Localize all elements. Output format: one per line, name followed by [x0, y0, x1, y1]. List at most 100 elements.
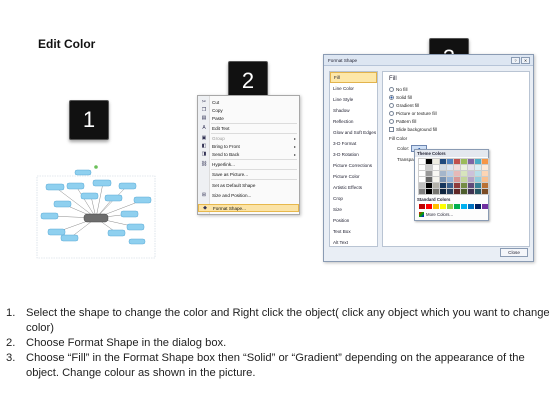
- color-swatch[interactable]: [446, 176, 454, 183]
- menu-item-set-default-shape[interactable]: Set as Default Shape: [198, 181, 299, 189]
- color-swatch[interactable]: [467, 182, 475, 189]
- menu-item-send-to-back[interactable]: ◨ Send to Back ▸: [198, 150, 299, 158]
- category-shadow[interactable]: Shadow: [330, 105, 377, 116]
- radio-button[interactable]: [389, 95, 394, 100]
- menu-item-edit-text[interactable]: A Edit Text: [198, 124, 299, 132]
- menu-item-hyperlink[interactable]: ⛓ Hyperlink...: [198, 160, 299, 168]
- color-swatch[interactable]: [468, 204, 474, 209]
- category-glow[interactable]: Glow and Soft Edges: [330, 127, 377, 138]
- help-button[interactable]: ?: [511, 57, 520, 64]
- color-swatch[interactable]: [446, 170, 454, 177]
- color-swatch[interactable]: [432, 164, 440, 171]
- color-swatch[interactable]: [474, 176, 482, 183]
- color-swatch[interactable]: [481, 182, 489, 189]
- color-swatch[interactable]: [426, 204, 432, 209]
- color-swatch[interactable]: [481, 170, 489, 177]
- category-picture-corrections[interactable]: Picture Corrections: [330, 160, 377, 171]
- color-swatch[interactable]: [432, 170, 440, 177]
- color-swatch[interactable]: [474, 158, 482, 165]
- color-swatch[interactable]: [439, 170, 447, 177]
- color-swatch[interactable]: [432, 158, 440, 165]
- color-swatch[interactable]: [460, 176, 468, 183]
- color-swatch[interactable]: [425, 182, 433, 189]
- category-line-color[interactable]: Line Color: [330, 83, 377, 94]
- color-swatch[interactable]: [446, 188, 454, 195]
- pattern-fill-option[interactable]: Pattern fill: [389, 118, 416, 125]
- radio-button[interactable]: [389, 119, 394, 124]
- color-swatch[interactable]: [475, 204, 481, 209]
- checkbox[interactable]: [389, 127, 394, 132]
- menu-item-copy[interactable]: ❐ Copy: [198, 106, 299, 114]
- slide-background-option[interactable]: Slide background fill: [389, 126, 437, 133]
- color-swatch[interactable]: [474, 182, 482, 189]
- more-colors-button[interactable]: More Colors...: [419, 212, 453, 217]
- color-swatch[interactable]: [453, 164, 461, 171]
- gradient-fill-option[interactable]: Gradient fill: [389, 102, 419, 109]
- color-swatch[interactable]: [467, 176, 475, 183]
- color-swatch[interactable]: [453, 170, 461, 177]
- color-swatch[interactable]: [418, 164, 426, 171]
- radio-button[interactable]: [389, 111, 394, 116]
- menu-item-save-as-picture[interactable]: Save as Picture...: [198, 170, 299, 178]
- color-swatch[interactable]: [425, 158, 433, 165]
- menu-item-size-and-position[interactable]: ⊞ Size and Position...: [198, 191, 299, 199]
- color-swatch[interactable]: [453, 176, 461, 183]
- color-swatch[interactable]: [474, 188, 482, 195]
- color-swatch[interactable]: [425, 176, 433, 183]
- color-swatch[interactable]: [447, 204, 453, 209]
- color-swatch[interactable]: [481, 188, 489, 195]
- menu-item-group[interactable]: ▣ Group ▸: [198, 134, 299, 142]
- color-swatch[interactable]: [481, 176, 489, 183]
- color-swatch[interactable]: [467, 164, 475, 171]
- color-swatch[interactable]: [454, 204, 460, 209]
- category-3d-rotation[interactable]: 3-D Rotation: [330, 149, 377, 160]
- color-swatch[interactable]: [460, 170, 468, 177]
- color-swatch[interactable]: [432, 188, 440, 195]
- category-picture-color[interactable]: Picture Color: [330, 171, 377, 182]
- picture-fill-option[interactable]: Picture or texture fill: [389, 110, 437, 117]
- color-swatch[interactable]: [419, 204, 425, 209]
- color-swatch[interactable]: [439, 176, 447, 183]
- menu-item-cut[interactable]: ✂ Cut: [198, 98, 299, 106]
- color-swatch[interactable]: [418, 170, 426, 177]
- color-swatch[interactable]: [418, 176, 426, 183]
- no-fill-option[interactable]: No fill: [389, 86, 408, 93]
- color-swatch[interactable]: [460, 158, 468, 165]
- menu-item-format-shape[interactable]: ◆ Format Shape...: [198, 204, 299, 212]
- color-swatch[interactable]: [453, 188, 461, 195]
- solid-fill-option[interactable]: Solid fill: [389, 94, 412, 101]
- color-swatch[interactable]: [425, 164, 433, 171]
- close-button[interactable]: Close: [500, 248, 528, 257]
- menu-item-bring-to-front[interactable]: ◧ Bring to Front ▸: [198, 142, 299, 150]
- color-swatch[interactable]: [481, 164, 489, 171]
- close-icon[interactable]: ✕: [521, 57, 530, 64]
- color-swatch[interactable]: [446, 182, 454, 189]
- category-crop[interactable]: Crop: [330, 193, 377, 204]
- color-swatch[interactable]: [467, 158, 475, 165]
- color-swatch[interactable]: [460, 164, 468, 171]
- category-text-box[interactable]: Text Box: [330, 226, 377, 237]
- radio-button[interactable]: [389, 87, 394, 92]
- color-swatch[interactable]: [439, 158, 447, 165]
- color-swatch[interactable]: [439, 164, 447, 171]
- color-swatch[interactable]: [460, 182, 468, 189]
- color-swatch[interactable]: [467, 188, 475, 195]
- category-artistic-effects[interactable]: Artistic Effects: [330, 182, 377, 193]
- category-line-style[interactable]: Line Style: [330, 94, 377, 105]
- color-swatch[interactable]: [474, 170, 482, 177]
- color-swatch[interactable]: [440, 204, 446, 209]
- color-swatch[interactable]: [446, 164, 454, 171]
- color-swatch[interactable]: [432, 182, 440, 189]
- color-swatch[interactable]: [453, 158, 461, 165]
- color-swatch[interactable]: [418, 182, 426, 189]
- color-swatch[interactable]: [425, 170, 433, 177]
- color-swatch[interactable]: [439, 182, 447, 189]
- color-swatch[interactable]: [453, 182, 461, 189]
- category-3d-format[interactable]: 3-D Format: [330, 138, 377, 149]
- radio-button[interactable]: [389, 103, 394, 108]
- color-swatch[interactable]: [474, 164, 482, 171]
- color-swatch[interactable]: [433, 204, 439, 209]
- color-swatch[interactable]: [481, 158, 489, 165]
- mind-map-shape[interactable]: [35, 165, 160, 260]
- color-swatch[interactable]: [467, 170, 475, 177]
